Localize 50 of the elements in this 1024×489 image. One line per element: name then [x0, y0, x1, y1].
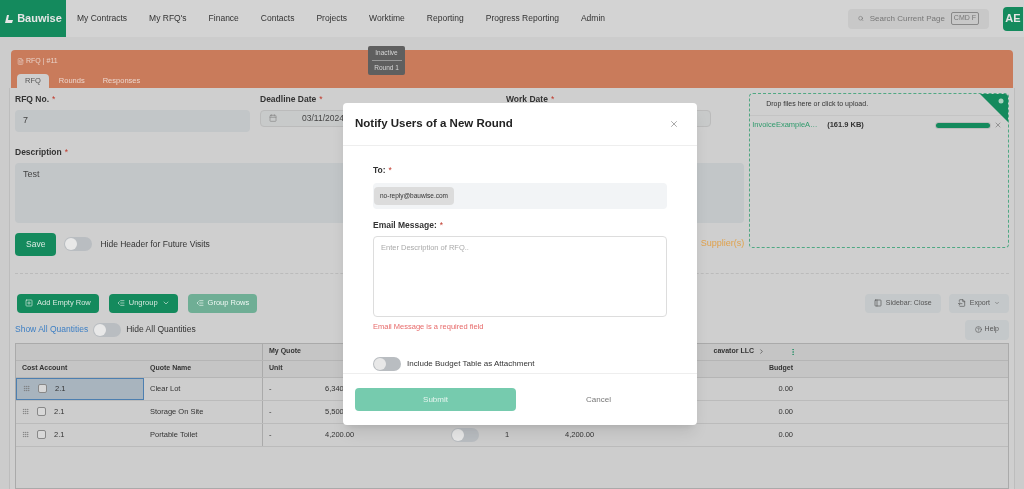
dialog-title: Notify Users of a New Round	[355, 116, 513, 132]
toggle-switch[interactable]	[64, 237, 93, 251]
save-button[interactable]: Save	[15, 232, 57, 256]
nav-link[interactable]: Projects	[316, 12, 348, 25]
row-checkbox[interactable]	[37, 407, 46, 416]
nav-link[interactable]: My Contracts	[77, 12, 128, 25]
logo-icon	[4, 13, 15, 24]
chevron-icon[interactable]	[758, 348, 765, 355]
required-mark: *	[52, 93, 56, 106]
required-mark: *	[64, 145, 69, 159]
nav-link[interactable]: My RFQ's	[149, 12, 187, 25]
toolbar-icon	[957, 299, 966, 307]
logo[interactable]: Bauwise	[0, 0, 66, 37]
field-label: RFQ No.	[15, 93, 49, 106]
nav-link[interactable]: Reporting	[426, 12, 464, 25]
calendar-icon	[269, 114, 277, 123]
toggle-switch[interactable]	[93, 322, 122, 337]
toggle-switch[interactable]	[451, 427, 479, 442]
toolbar-icon	[873, 299, 882, 307]
toggle-label: Include Budget Table as Attachment	[407, 357, 535, 370]
remove-file-icon[interactable]	[994, 121, 1002, 129]
row-checkbox[interactable]	[38, 384, 47, 393]
more-icon[interactable]	[789, 347, 797, 356]
row-checkbox[interactable]	[37, 430, 46, 439]
help-icon	[974, 326, 982, 333]
nav-link[interactable]: Contacts	[260, 12, 295, 25]
user-avatar[interactable]: AE	[1003, 6, 1023, 31]
nav-link[interactable]: Admin	[580, 12, 606, 25]
toggle-switch[interactable]	[373, 356, 401, 371]
required-mark: *	[319, 93, 323, 106]
cancel-button[interactable]: Cancel	[586, 393, 611, 406]
toggle-label: Hide Header for Future Visits	[100, 237, 210, 251]
toggle-label: Hide All Quantities	[126, 323, 196, 336]
close-icon[interactable]	[669, 119, 679, 129]
toolbar-icon	[116, 299, 125, 307]
field-label: To:	[373, 164, 386, 177]
toolbar-icon	[195, 299, 204, 307]
search-icon	[858, 14, 864, 23]
field-label: Work Date	[506, 93, 548, 106]
required-mark: *	[550, 93, 555, 106]
nav-link[interactable]: Finance	[208, 12, 239, 25]
nav-link[interactable]: Worktime	[369, 12, 405, 25]
field-label: Deadline Date	[260, 93, 317, 106]
rfq-number-field[interactable]: 7	[15, 109, 250, 132]
toolbar-icon	[25, 299, 33, 307]
field-label: Description	[15, 145, 62, 159]
nav-link[interactable]: Progress Reporting	[485, 12, 559, 25]
chevron-icon	[161, 299, 170, 307]
caret-icon	[994, 300, 1000, 306]
required-mark: *	[388, 164, 392, 177]
